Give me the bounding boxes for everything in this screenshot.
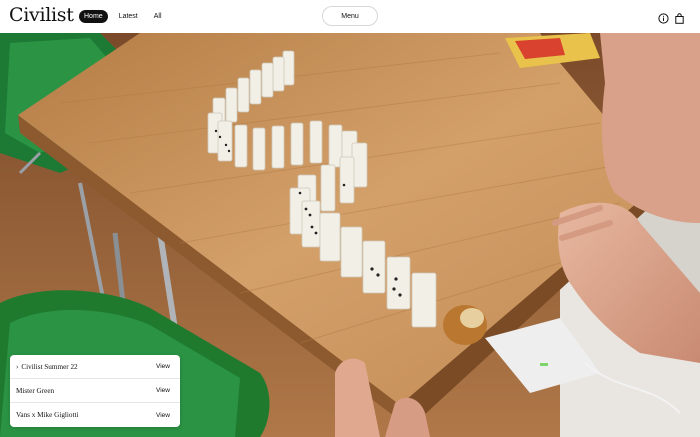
nav-home[interactable]: Home bbox=[79, 10, 108, 23]
chevron-right-icon: › bbox=[16, 362, 19, 371]
nav-latest[interactable]: Latest bbox=[114, 10, 143, 23]
menu-button[interactable]: Menu bbox=[322, 6, 378, 26]
collection-name: Civilist Summer 22 bbox=[21, 362, 78, 371]
collection-title: Vans x Mike Gigliotti bbox=[16, 411, 79, 419]
collection-name: Mister Green bbox=[16, 386, 55, 395]
info-icon[interactable] bbox=[658, 11, 669, 24]
nav-all[interactable]: All bbox=[149, 10, 167, 23]
shopping-bag-icon[interactable] bbox=[674, 11, 685, 24]
site-logo[interactable]: Civilist bbox=[9, 4, 74, 26]
view-link[interactable]: View bbox=[156, 363, 170, 370]
site-header: Civilist Home Latest All Menu bbox=[0, 0, 700, 33]
view-link[interactable]: View bbox=[156, 387, 170, 394]
collection-row[interactable]: Mister Green View bbox=[10, 379, 180, 403]
collection-name: Vans x Mike Gigliotti bbox=[16, 411, 79, 419]
collection-row[interactable]: › Civilist Summer 22 View bbox=[10, 355, 180, 379]
collection-title: Mister Green bbox=[16, 387, 54, 395]
main-nav: Home Latest All bbox=[79, 10, 167, 23]
collection-title: › Civilist Summer 22 bbox=[16, 363, 78, 371]
collections-card: › Civilist Summer 22 View Mister Green V… bbox=[10, 355, 180, 427]
collection-row[interactable]: Vans x Mike Gigliotti View bbox=[10, 403, 180, 427]
view-link[interactable]: View bbox=[156, 412, 170, 419]
